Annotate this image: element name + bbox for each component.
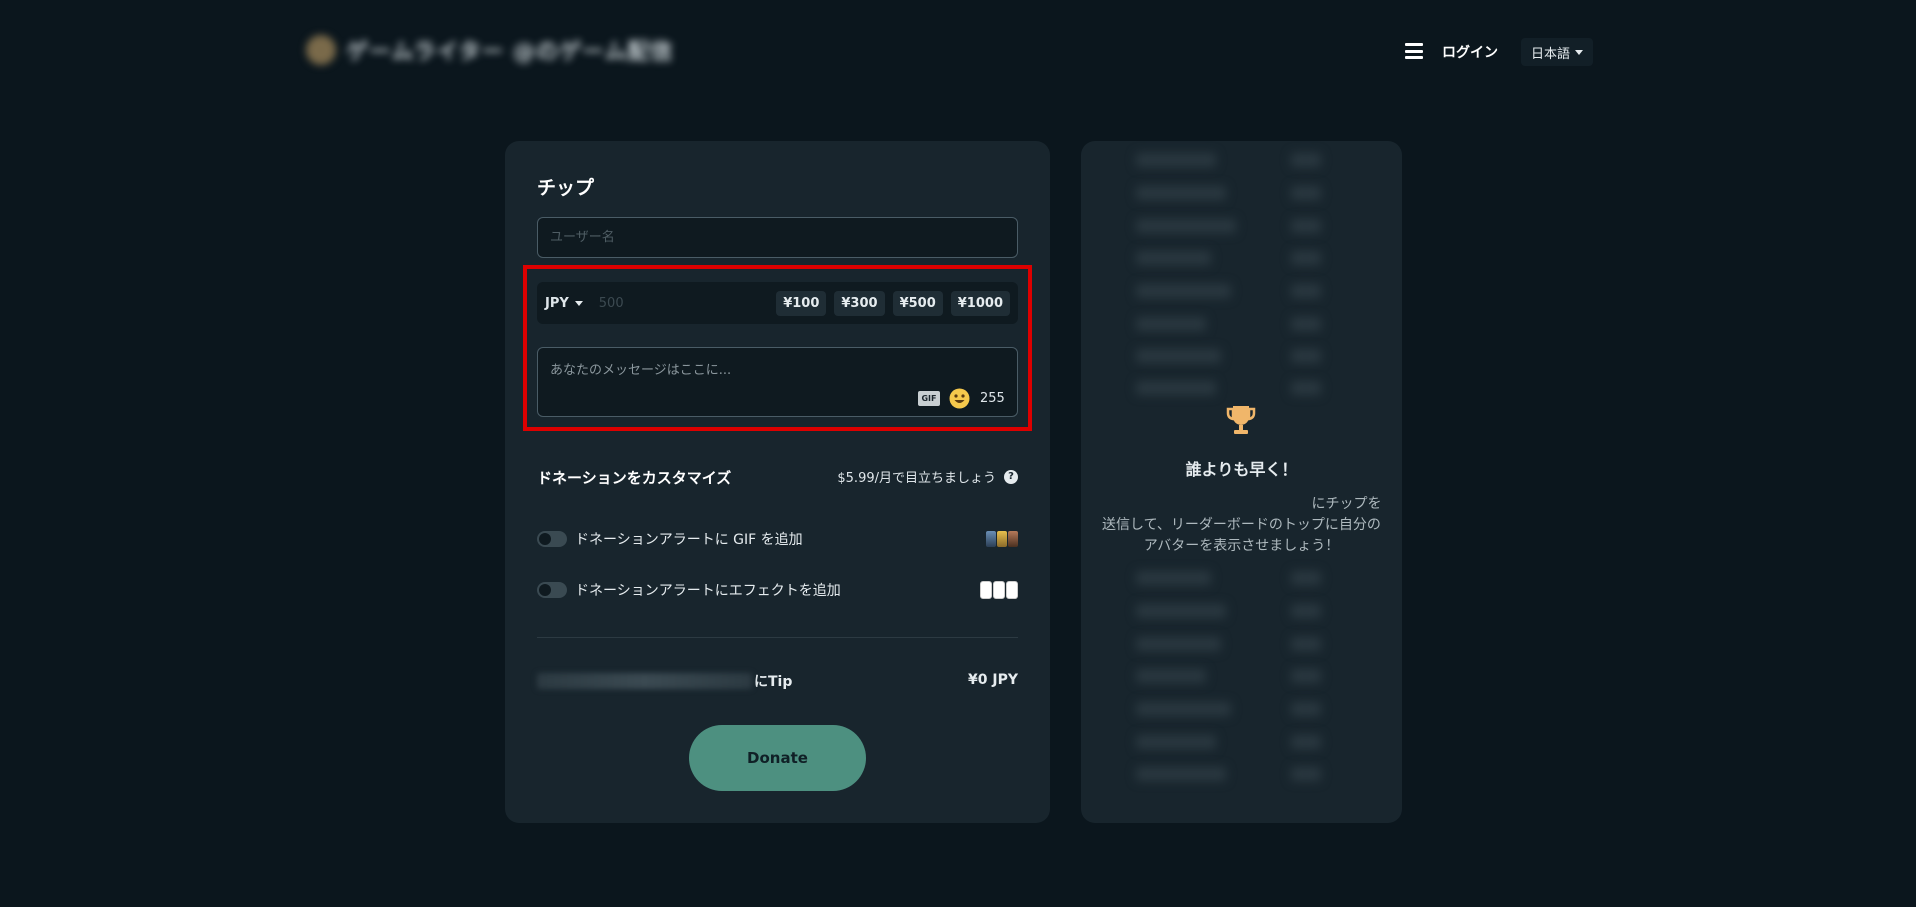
leaderboard-empty-state: 誰よりも早く！ にチップを 送信して、リーダーボードのトップに自分の アバターを… [1081,141,1402,823]
redacted-channel-name [537,673,752,689]
promo-text: $5.99/月で目立ちましょう [837,471,996,486]
currency-label: JPY [545,295,569,311]
emoji-icon[interactable] [949,388,970,409]
effect-toggle-label: ドネーションアラートにエフェクトを追加 [575,583,841,599]
tip-total: ¥0 JPY [968,672,1018,688]
help-icon[interactable]: ? [1004,469,1018,484]
gif-thumbnail [986,531,996,547]
effect-thumbnail [980,581,992,599]
redacted-channel-name [1102,498,1312,512]
channel-avatar [306,35,336,65]
channel-name: ゲームライター @のゲーム配信 [346,40,674,65]
amount-row: JPY ¥100 ¥300 ¥500 ¥1000 [537,282,1018,324]
gif-icon[interactable]: GIF [918,391,940,406]
leaderboard-title: 誰よりも早く！ [1185,460,1298,479]
effect-preview-thumbnails [980,581,1018,599]
leaderboard-panel: 誰よりも早く！ にチップを 送信して、リーダーボードのトップに自分の アバターを… [1081,141,1402,823]
customize-title: ドネーションをカスタマイズ [537,469,732,487]
gif-toggle[interactable] [537,531,567,547]
tip-card: チップ JPY ¥100 ¥300 ¥500 ¥1000 GIF 255 ドネー… [505,141,1050,823]
tip-target-suffix: にTip [754,674,793,690]
preset-1000-button[interactable]: ¥1000 [950,290,1010,316]
preset-500-button[interactable]: ¥500 [892,290,943,316]
effect-toggle-row: ドネーションアラートにエフェクトを追加 [537,578,1018,602]
gif-thumbnail [1008,531,1018,547]
gif-toggle-row: ドネーションアラートに GIF を追加 [537,527,1018,551]
tip-target-label: にTip [537,671,792,691]
gif-thumbnail [997,531,1007,547]
login-link[interactable]: ログイン [1442,42,1498,62]
chevron-down-icon [574,300,583,306]
language-label: 日本語 [1531,46,1571,62]
language-select[interactable]: 日本語 [1521,38,1594,66]
currency-select[interactable]: JPY [545,296,583,311]
gif-toggle-label: ドネーションアラートに GIF を追加 [575,532,803,548]
trophy-icon [1226,406,1256,434]
donate-button[interactable]: Donate [689,725,866,791]
leaderboard-text-line3: アバターを表示させましょう！ [1143,538,1340,554]
amount-presets: ¥100 ¥300 ¥500 ¥1000 [776,290,1010,316]
promo-link[interactable]: $5.99/月で目立ちましょう ? [837,467,1018,486]
effect-thumbnail [993,581,1005,599]
hamburger-menu-icon[interactable] [1405,43,1423,59]
chevron-down-icon [1575,49,1584,55]
leaderboard-text-line2: 送信して、リーダーボードのトップに自分の [1102,517,1381,533]
character-count: 255 [980,391,1005,406]
header: ゲームライター @のゲーム配信 ログイン 日本語 [0,0,1916,104]
tip-title: チップ [537,177,595,199]
leaderboard-description: にチップを 送信して、リーダーボードのトップに自分の アバターを表示させましょう… [1081,494,1402,557]
leaderboard-text-line1: にチップを [1311,496,1382,512]
effect-toggle[interactable] [537,582,567,598]
message-box: GIF 255 [537,347,1018,417]
gif-preview-thumbnails [986,531,1018,547]
amount-input[interactable] [598,295,749,311]
divider [537,637,1018,638]
preset-300-button[interactable]: ¥300 [834,290,885,316]
message-input[interactable] [538,348,1017,388]
preset-100-button[interactable]: ¥100 [776,290,827,316]
username-input[interactable] [537,217,1018,258]
effect-thumbnail [1006,581,1018,599]
brand[interactable]: ゲームライター @のゲーム配信 [306,34,673,66]
